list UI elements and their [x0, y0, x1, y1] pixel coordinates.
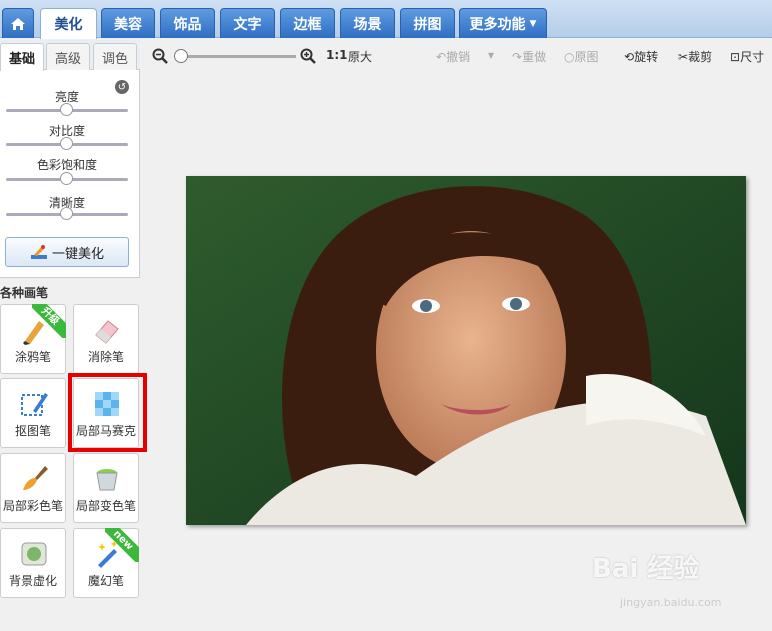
zoom-in-icon[interactable] — [300, 48, 316, 64]
ratio-label: 1:1 — [326, 48, 348, 62]
tab-scene[interactable]: 场景 — [340, 8, 395, 38]
original-size-button[interactable]: 原大 — [348, 48, 372, 65]
redo-icon: ↷ — [512, 49, 523, 64]
subtab-tone[interactable]: 调色 — [93, 43, 137, 70]
portrait-image — [186, 176, 746, 525]
watermark-url: jingyan.baidu.com — [620, 596, 722, 609]
original-image-button[interactable]: ○ 原图 — [564, 48, 599, 65]
size-button[interactable]: ⊡ 尺寸 — [730, 48, 764, 65]
undo-dropdown[interactable]: ▾ — [488, 48, 494, 62]
tab-border[interactable]: 边框 — [280, 8, 335, 38]
saturation-label: 色彩饱和度 — [36, 158, 97, 172]
sharpness-slider[interactable] — [6, 207, 128, 220]
tab-beautify[interactable]: 美化 — [40, 8, 97, 39]
mosaic-highlight-box — [68, 373, 147, 452]
brightness-slider-knob[interactable] — [60, 103, 73, 116]
brushes-section-title: 各种画笔 — [0, 286, 49, 300]
redo-button[interactable]: ↷ 重做 — [512, 48, 546, 65]
local-color-pen-button[interactable]: 局部彩色笔 — [0, 453, 66, 523]
local-recolor-pen-button[interactable]: 局部变色笔 — [73, 453, 139, 523]
tab-beauty[interactable]: 美容 — [101, 8, 155, 38]
cutout-pen-button[interactable]: 抠图笔 — [0, 378, 66, 448]
subtab-basic[interactable]: 基础 — [0, 43, 44, 71]
contrast-slider[interactable] — [6, 137, 128, 150]
top-navigation: 美化 美容 饰品 文字 边框 场景 拼图 更多功能 ▼ — [0, 0, 772, 39]
rotate-button[interactable]: ⟲ 旋转 — [624, 48, 658, 65]
tab-text[interactable]: 文字 — [220, 8, 275, 38]
home-button[interactable] — [2, 8, 34, 38]
saturation-slider-knob[interactable] — [60, 172, 73, 185]
zoom-slider-knob[interactable] — [174, 49, 188, 63]
eraser-icon — [95, 320, 119, 344]
magic-pen-button[interactable]: new 魔幻笔 — [73, 528, 139, 598]
zoom-slider[interactable] — [178, 55, 296, 58]
subtab-bar: 基础 高级 调色 — [0, 40, 140, 71]
one-click-beautify-button[interactable]: 一键美化 — [5, 237, 129, 267]
undo-button[interactable]: ↶ 撤销 — [436, 48, 470, 65]
watermark-logo: Bai 经验 — [592, 554, 700, 584]
saturation-slider[interactable] — [6, 172, 128, 185]
crop-button[interactable]: ✂ 裁剪 — [678, 48, 712, 65]
background-blur-button[interactable]: 背景虚化 — [0, 528, 66, 598]
new-badge: new — [105, 528, 139, 562]
undo-icon: ↶ — [436, 49, 447, 64]
magic-brush-icon — [30, 245, 47, 259]
upgrade-badge: 升级 — [32, 304, 66, 338]
blur-icon — [21, 542, 47, 566]
zoom-out-icon[interactable] — [152, 48, 168, 64]
contrast-slider-knob[interactable] — [60, 137, 73, 150]
resize-icon: ⊡ — [730, 49, 741, 64]
tab-accessories[interactable]: 饰品 — [160, 8, 215, 38]
sharpness-slider-knob[interactable] — [60, 207, 73, 220]
cutout-pen-icon — [21, 393, 48, 416]
edit-toolbar: 1:1 原大 ↶ 撤销 ▾ ↷ 重做 ○ 原图 ⟲ 旋转 ✂ 裁剪 ⊡ 尺寸 — [148, 40, 772, 72]
chevron-down-icon: ▼ — [529, 18, 537, 29]
brightness-slider[interactable] — [6, 103, 128, 116]
scissors-icon: ✂ — [678, 49, 689, 64]
graffiti-pen-button[interactable]: 升级 涂鸦笔 — [0, 304, 66, 374]
eraser-pen-button[interactable]: 消除笔 — [73, 304, 139, 374]
home-icon — [11, 17, 25, 30]
edited-photo[interactable] — [186, 176, 746, 525]
tab-collage[interactable]: 拼图 — [400, 8, 455, 38]
basic-adjust-panel: 基础 高级 调色 ↺ 亮度 对比度 色彩饱和度 清晰度 一键美化 — [0, 40, 140, 278]
paintbrush-icon — [23, 466, 48, 490]
rotate-icon: ⟲ — [624, 49, 635, 64]
circle-icon: ○ — [564, 49, 575, 64]
chevron-down-icon: ▾ — [488, 48, 495, 62]
tab-more-functions[interactable]: 更多功能 ▼ — [459, 8, 547, 38]
color-bucket-icon — [96, 469, 118, 491]
subtab-advanced[interactable]: 高级 — [46, 43, 90, 70]
